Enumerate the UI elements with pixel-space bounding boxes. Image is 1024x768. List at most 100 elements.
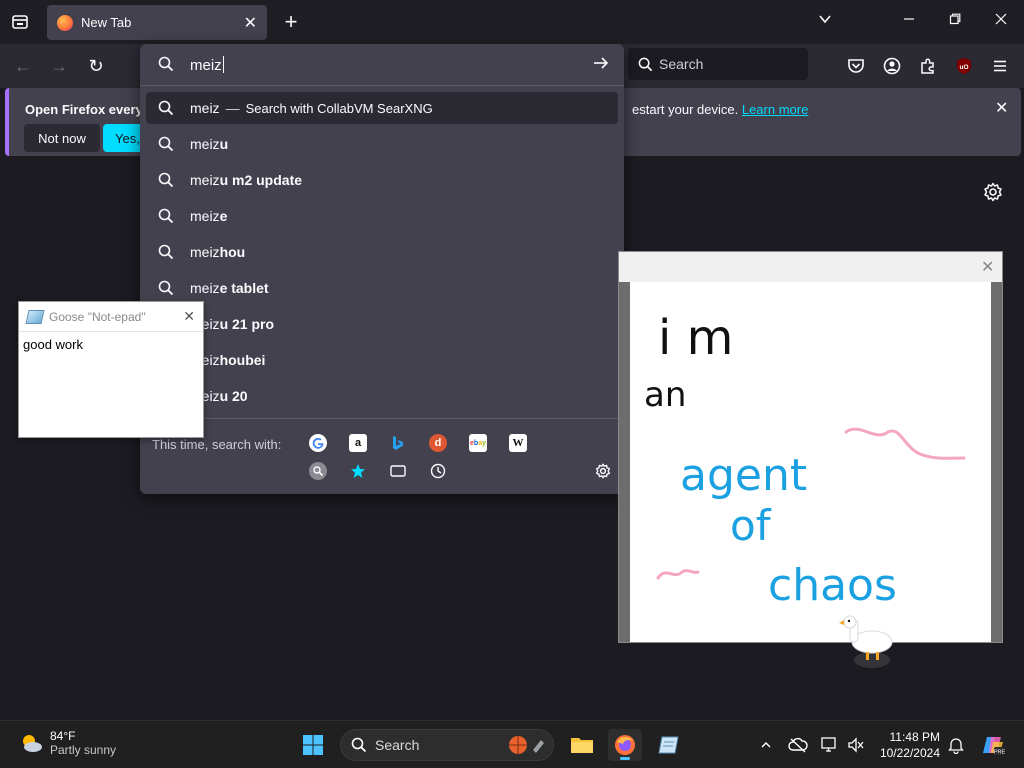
drawing-titlebar[interactable]	[619, 252, 1002, 282]
windows-taskbar: 84°F Partly sunny Search 11:48 PM 10/22/…	[0, 720, 1024, 768]
notification-message: Open Firefox every ti	[25, 102, 155, 117]
ebay-icon[interactable]: ebay	[469, 434, 487, 452]
maximize-button[interactable]	[945, 12, 965, 29]
network-tray-icon[interactable]	[820, 735, 840, 755]
amazon-icon[interactable]: a	[349, 434, 367, 452]
suggestion-row[interactable]: meiz u 21 pro	[146, 308, 618, 340]
gear-icon	[984, 182, 1002, 202]
suggestion-typed: meiz	[190, 136, 220, 152]
tab-title: New Tab	[81, 15, 132, 30]
tabs-icon[interactable]	[389, 462, 407, 480]
suggestion-row[interactable]: meiz e tablet	[146, 272, 618, 304]
forward-button[interactable]: →	[46, 54, 72, 78]
suggestion-row[interactable]: meiz — Search with CollabVM SearXNG	[146, 92, 618, 124]
basketball-highlight-icon	[509, 736, 544, 754]
search-icon	[158, 100, 174, 116]
account-button[interactable]	[880, 54, 904, 78]
puzzle-icon	[921, 58, 934, 74]
suggestion-row[interactable]: meiz hou	[146, 236, 618, 268]
close-window-button[interactable]	[991, 12, 1011, 29]
notepad-text[interactable]: good work	[19, 332, 203, 357]
bing-icon[interactable]	[389, 434, 407, 452]
volume-tray-icon[interactable]	[846, 735, 866, 755]
suggestion-completion: e	[219, 208, 228, 224]
suggestion-row[interactable]: meiz houbei	[146, 344, 618, 376]
suggestion-completion: houbei	[219, 352, 266, 368]
chevron-up-icon	[761, 742, 771, 748]
goose-drawing-window[interactable]: ✕ i m an agent of chaos	[618, 251, 1003, 643]
windows-logo-icon	[303, 735, 323, 755]
desktop-goose[interactable]	[838, 612, 898, 672]
notepad-taskbar-button[interactable]	[652, 729, 686, 761]
new-tab-button[interactable]: +	[280, 10, 302, 34]
menu-button[interactable]	[988, 54, 1012, 78]
drawing-text-line-4: of	[730, 501, 772, 550]
minimize-button[interactable]	[899, 12, 919, 29]
tab-new-tab[interactable]: New Tab ✕	[47, 5, 267, 40]
suggestion-row[interactable]: meiz u	[146, 128, 618, 160]
firefox-taskbar-button[interactable]	[608, 729, 642, 761]
search-icon	[158, 208, 174, 224]
ublock-origin-icon: uO	[957, 58, 971, 74]
taskbar-search[interactable]: Search	[340, 729, 554, 761]
search-bar[interactable]: Search	[628, 48, 808, 80]
new-tab-settings-button[interactable]	[983, 182, 1003, 202]
firefox-tab-icon	[57, 14, 73, 31]
back-button[interactable]: ←	[10, 54, 36, 78]
search-icon	[351, 737, 367, 753]
suggestion-row[interactable]: meiz u 20	[146, 380, 618, 412]
suggestion-completion: u 20	[219, 388, 248, 404]
reload-button[interactable]: ↻	[83, 54, 109, 78]
goose-notepad-window[interactable]: Goose "Not-epad" ✕ good work	[18, 301, 204, 438]
suggestion-row[interactable]: meiz u m2 update	[146, 164, 618, 196]
notepad-icon	[25, 309, 45, 324]
ublock-button[interactable]: uO	[952, 54, 976, 78]
text-caret	[222, 56, 224, 73]
notification-message-tail: estart your device.	[632, 102, 739, 117]
file-explorer-button[interactable]	[565, 729, 599, 761]
start-button[interactable]	[296, 729, 330, 761]
search-icon	[158, 56, 174, 72]
not-now-button[interactable]: Not now	[24, 124, 100, 152]
bookmarks-icon[interactable]	[349, 462, 367, 480]
pocket-button[interactable]	[844, 54, 868, 78]
url-input[interactable]: meiz	[140, 44, 624, 86]
suggestion-completion: u m2 update	[219, 172, 303, 188]
onedrive-tray-icon[interactable]	[788, 735, 808, 755]
weather-description: Partly sunny	[50, 743, 117, 757]
tab-close-icon[interactable]: ✕	[244, 13, 257, 33]
volume-muted-icon	[848, 737, 864, 753]
weather-widget[interactable]: 84°F Partly sunny	[18, 729, 116, 757]
minimize-icon	[904, 18, 914, 20]
go-arrow-icon[interactable]	[592, 54, 610, 72]
searxng-icon[interactable]	[309, 462, 327, 480]
duckduckgo-icon[interactable]: d	[429, 434, 447, 452]
suggestion-typed: meiz	[190, 280, 220, 296]
extensions-button[interactable]	[916, 54, 940, 78]
wikipedia-icon[interactable]: W	[509, 434, 527, 452]
learn-more-link[interactable]: Learn more	[742, 102, 808, 117]
search-settings-button[interactable]	[594, 462, 612, 480]
system-clock[interactable]: 11:48 PM 10/22/2024	[868, 729, 940, 761]
history-icon[interactable]	[429, 462, 447, 480]
copilot-button[interactable]: PRE	[980, 735, 1006, 756]
urlbar-dropdown: meiz meiz — Search with CollabVM SearXNG me…	[140, 44, 624, 494]
notification-close-button[interactable]: ✕	[995, 98, 1008, 118]
notepad-titlebar[interactable]: Goose "Not-epad" ✕	[19, 302, 203, 332]
search-icon	[158, 280, 174, 296]
drawing-text-line-5: chaos	[768, 560, 897, 611]
list-all-tabs-button[interactable]	[815, 12, 835, 30]
active-app-indicator	[620, 757, 630, 760]
search-icon	[158, 244, 174, 260]
pink-scribble-right	[844, 427, 966, 460]
notepad-close-button[interactable]: ✕	[183, 308, 195, 325]
show-hidden-icons-button[interactable]	[756, 735, 776, 755]
search-icon	[158, 172, 174, 188]
drawing-close-button[interactable]: ✕	[981, 257, 994, 277]
suggestion-row[interactable]: meiz e	[146, 200, 618, 232]
firefox-view-button[interactable]	[6, 8, 34, 36]
google-icon[interactable]	[309, 434, 327, 452]
search-icon	[158, 136, 174, 152]
notifications-button[interactable]	[946, 735, 966, 755]
notification-message-end: estart your device. Learn more	[632, 102, 808, 117]
